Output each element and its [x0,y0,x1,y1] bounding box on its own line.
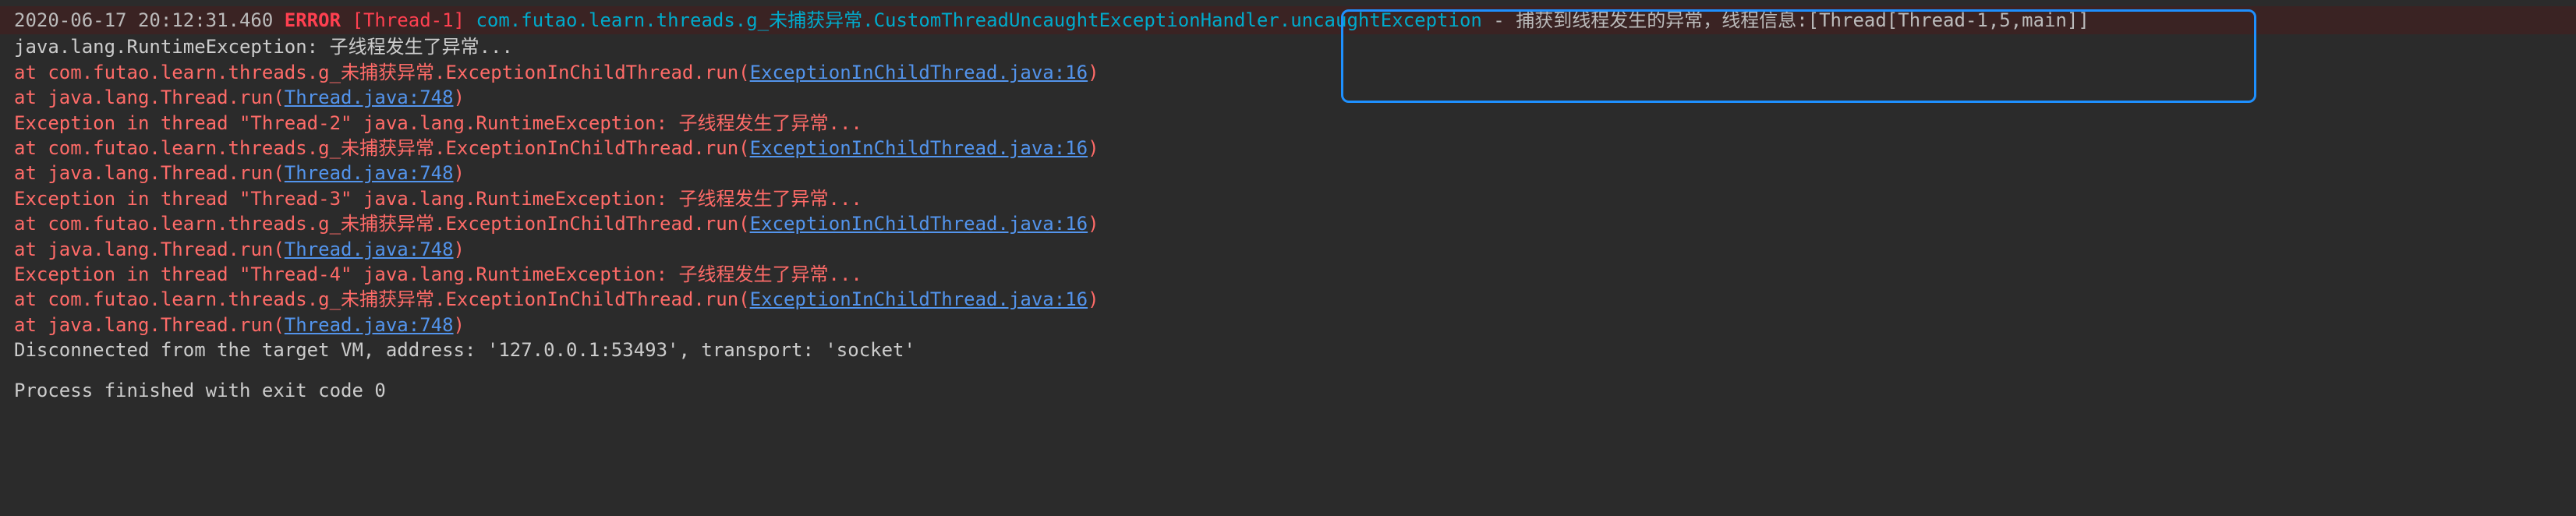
frame-class: java.lang.Thread.run( [48,239,284,260]
paren-close: ) [1088,137,1099,159]
stack-frame: at java.lang.Thread.run(Thread.java:748) [0,237,2576,262]
paren-close: ) [454,314,465,336]
log-separator: - [1493,9,1516,31]
source-link[interactable]: ExceptionInChildThread.java:16 [750,288,1088,310]
paren-close: ) [1088,213,1099,235]
log-logger: com.futao.learn.threads.g_未捕获异常.CustomTh… [476,9,1481,31]
frame-class: java.lang.Thread.run( [48,162,284,184]
frame-class: com.futao.learn.threads.g_未捕获异常.Exceptio… [48,137,749,159]
at-prefix: at [14,288,48,310]
console-output: 2020-06-17 20:12:31.460 ERROR [Thread-1]… [0,6,2576,404]
stack-frame: at java.lang.Thread.run(Thread.java:748) [0,161,2576,186]
source-link[interactable]: ExceptionInChildThread.java:16 [750,62,1088,83]
source-link[interactable]: Thread.java:748 [285,162,454,184]
frame-class: java.lang.Thread.run( [48,314,284,336]
stack-frame: at com.futao.learn.threads.g_未捕获异常.Excep… [0,211,2576,236]
stack-frame: at com.futao.learn.threads.g_未捕获异常.Excep… [0,287,2576,312]
at-prefix: at [14,62,48,83]
paren-close: ) [1088,288,1099,310]
spacer [0,362,2576,378]
source-link[interactable]: Thread.java:748 [285,314,454,336]
source-link[interactable]: Thread.java:748 [285,239,454,260]
at-prefix: at [14,213,48,235]
log-error-line: 2020-06-17 20:12:31.460 ERROR [Thread-1]… [0,6,2576,34]
thread-exception-header: Exception in thread "Thread-4" java.lang… [0,262,2576,287]
log-message: 捕获到线程发生的异常，线程信息:[Thread[Thread-1,5,main]… [1516,9,2089,31]
at-prefix: at [14,137,48,159]
frame-class: com.futao.learn.threads.g_未捕获异常.Exceptio… [48,213,749,235]
log-level: ERROR [285,9,341,31]
source-link[interactable]: ExceptionInChildThread.java:16 [750,137,1088,159]
thread-exception-header: Exception in thread "Thread-3" java.lang… [0,186,2576,211]
log-timestamp: 2020-06-17 20:12:31.460 [14,9,273,31]
at-prefix: at [14,239,48,260]
paren-close: ) [454,162,465,184]
thread-exception-header: Exception in thread "Thread-2" java.lang… [0,111,2576,136]
at-prefix: at [14,87,48,108]
stack-frame: at java.lang.Thread.run(Thread.java:748) [0,313,2576,338]
paren-close: ) [454,239,465,260]
stack-frame: at com.futao.learn.threads.g_未捕获异常.Excep… [0,60,2576,85]
exception-header: java.lang.RuntimeException: 子线程发生了异常... [0,34,2576,59]
at-prefix: at [14,314,48,336]
stack-frame: at com.futao.learn.threads.g_未捕获异常.Excep… [0,136,2576,161]
source-link[interactable]: Thread.java:748 [285,87,454,108]
stack-frame: at java.lang.Thread.run(Thread.java:748) [0,85,2576,110]
frame-class: com.futao.learn.threads.g_未捕获异常.Exceptio… [48,288,749,310]
paren-close: ) [1088,62,1099,83]
at-prefix: at [14,162,48,184]
source-link[interactable]: ExceptionInChildThread.java:16 [750,213,1088,235]
log-thread: [Thread-1] [352,9,465,31]
frame-class: com.futao.learn.threads.g_未捕获异常.Exceptio… [48,62,749,83]
process-finish-line: Process finished with exit code 0 [0,378,2576,403]
disconnect-line: Disconnected from the target VM, address… [0,338,2576,362]
paren-close: ) [454,87,465,108]
frame-class: java.lang.Thread.run( [48,87,284,108]
